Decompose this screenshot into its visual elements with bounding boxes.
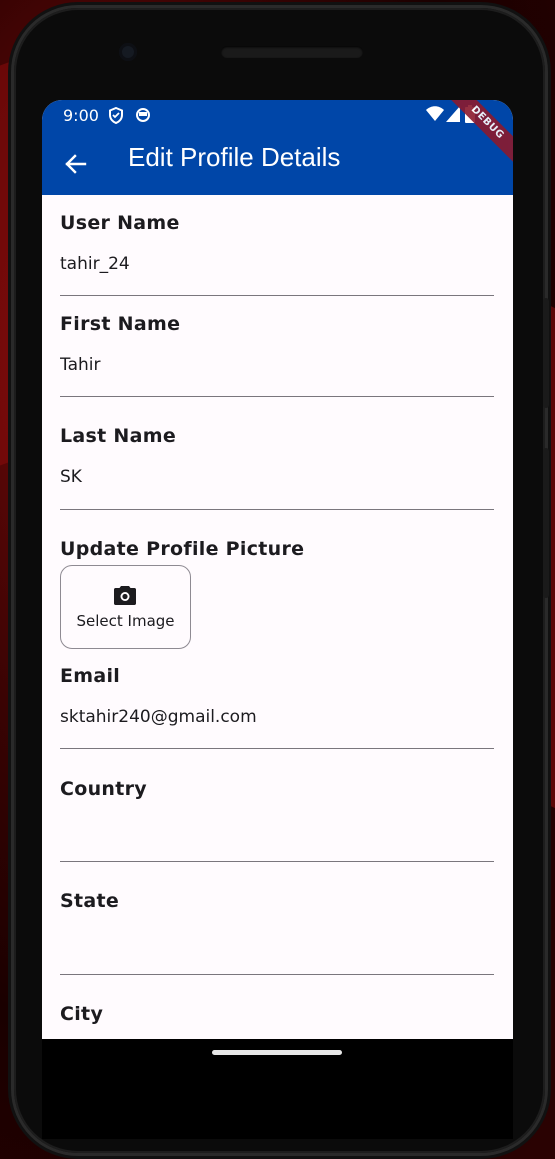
system-navigation-bar: [42, 1039, 513, 1139]
first-name-field: First Name: [60, 313, 494, 398]
shield-icon: [108, 106, 124, 128]
user-name-label: User Name: [60, 212, 180, 234]
input-underline: [60, 861, 494, 862]
volume-button: [543, 448, 549, 598]
cellular-signal-icon: [446, 106, 460, 126]
email-input[interactable]: [60, 707, 494, 727]
page-title: Edit Profile Details: [128, 142, 341, 172]
select-image-button[interactable]: Select Image: [60, 565, 191, 649]
input-underline: [60, 509, 494, 510]
email-field: Email: [60, 665, 494, 750]
state-label: State: [60, 890, 120, 912]
first-name-label: First Name: [60, 313, 181, 335]
city-label: City: [60, 1003, 104, 1025]
status-time: 9:00: [63, 106, 99, 125]
profile-form: User Name First Name Last Name Update Pr…: [42, 195, 513, 1039]
last-name-label: Last Name: [60, 425, 177, 447]
input-underline: [60, 396, 494, 397]
country-field: Country: [60, 778, 494, 863]
country-input[interactable]: [60, 820, 494, 840]
camera-icon: [113, 584, 137, 610]
home-gesture-bar[interactable]: [212, 1050, 342, 1055]
power-button: [543, 298, 549, 408]
input-underline: [60, 748, 494, 749]
profile-picture-field: Update Profile Picture: [60, 538, 494, 560]
state-field: State: [60, 890, 494, 975]
state-input[interactable]: [60, 932, 494, 952]
input-underline: [60, 974, 494, 975]
front-camera: [119, 43, 137, 61]
select-image-label: Select Image: [76, 612, 175, 630]
profile-picture-label: Update Profile Picture: [60, 538, 305, 560]
last-name-input[interactable]: [60, 467, 494, 487]
data-saver-icon: [135, 107, 151, 127]
earpiece-speaker: [221, 46, 363, 58]
country-label: Country: [60, 778, 147, 800]
app-screen: 9:00 Edit Profile Details DEBUG User Nam…: [42, 100, 513, 1039]
input-underline: [60, 295, 494, 296]
last-name-field: Last Name: [60, 425, 494, 510]
arrow-back-icon: [58, 154, 94, 186]
app-bar: Edit Profile Details: [42, 130, 513, 195]
status-bar: 9:00: [42, 100, 513, 130]
user-name-field: User Name: [60, 212, 494, 297]
email-label: Email: [60, 665, 121, 687]
city-field: City: [60, 1003, 494, 1039]
wifi-icon: [426, 106, 444, 126]
user-name-input[interactable]: [60, 254, 494, 274]
first-name-input[interactable]: [60, 355, 494, 375]
back-button[interactable]: [58, 146, 94, 182]
